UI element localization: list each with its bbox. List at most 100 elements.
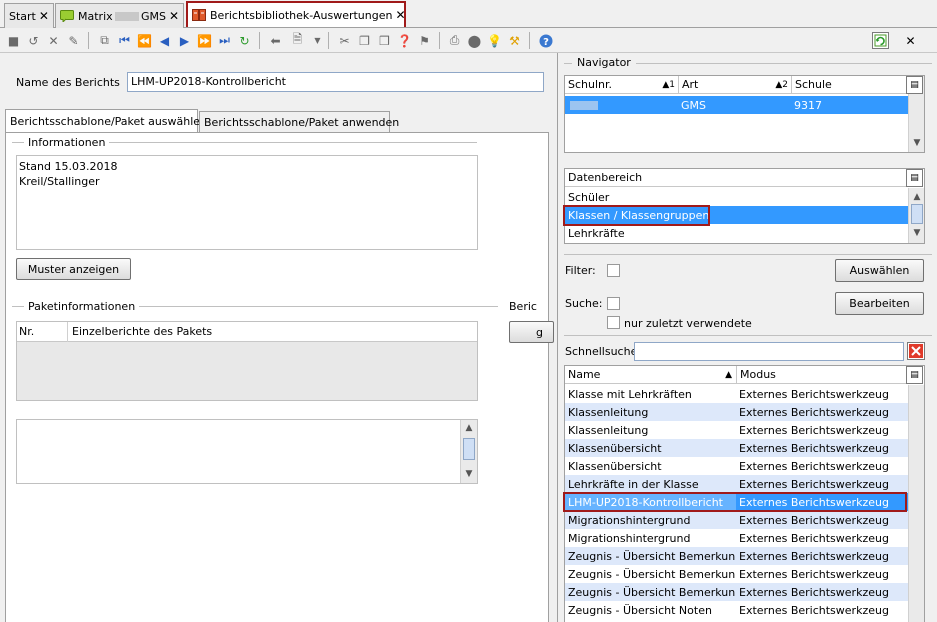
page-back-icon[interactable]: ⏪ <box>137 33 152 48</box>
notes-scrollbar[interactable]: ▲ ▼ <box>460 420 477 483</box>
print-icon[interactable]: ⎙ <box>447 33 462 48</box>
previous-record-icon[interactable]: ◀ <box>157 33 172 48</box>
tab-start[interactable]: Start ✕ <box>4 3 54 28</box>
info-line-authors: Kreil/Stallinger <box>19 175 100 188</box>
table-row[interactable]: Klassenübersicht Externes Berichtswerkzeu… <box>565 457 908 475</box>
preview-icon[interactable]: ⬤ <box>467 33 482 48</box>
table-row[interactable]: Zeugnis - Übersicht Bemerkun... Externes … <box>565 565 908 583</box>
scroll-down-icon[interactable]: ▼ <box>910 226 924 240</box>
table-row[interactable]: Zeugnis - Übersicht Bemerkun... Externes … <box>565 583 908 601</box>
package-grid[interactable]: Nr. Einzelberichte des Pakets <box>16 321 478 401</box>
dropdown-arrow-icon[interactable]: ▼ <box>310 33 325 48</box>
notes-textarea[interactable]: ▲ ▼ <box>16 419 478 484</box>
scroll-up-icon[interactable]: ▲ <box>910 190 924 204</box>
column-chooser-icon[interactable]: ▤ <box>906 169 923 187</box>
sort-asc-icon: ▲1 <box>662 79 675 90</box>
save-icon[interactable]: ■ <box>6 33 21 48</box>
first-record-icon[interactable]: ⏮ <box>117 33 132 48</box>
datenbereich-item-lehrkraefte[interactable]: Lehrkräfte <box>565 224 908 242</box>
cut-icon[interactable]: ✂ <box>337 33 352 48</box>
column-chooser-icon[interactable]: ▤ <box>906 76 923 94</box>
cell-report-modus: Externes Berichtswerkzeug <box>739 405 889 419</box>
reports-scrollbar[interactable] <box>908 385 924 622</box>
column-single-reports[interactable]: Einzelberichte des Pakets <box>72 325 212 338</box>
table-row[interactable]: Klasse mit Lehrkräften Externes Berichtsw… <box>565 385 908 403</box>
table-row[interactable]: Lehrkräfte in der Klasse Externes Bericht… <box>565 475 908 493</box>
next-record-icon[interactable]: ▶ <box>177 33 192 48</box>
search-label: Suche: <box>565 297 603 310</box>
report-name-field[interactable]: LHM-UP2018-Kontrollbericht <box>127 72 544 92</box>
column-nr[interactable]: Nr. <box>19 325 34 338</box>
scroll-down-icon[interactable]: ▼ <box>462 467 476 481</box>
undo-icon[interactable]: ↺ <box>26 33 41 48</box>
last-record-icon[interactable]: ⏭ <box>217 33 232 48</box>
table-row[interactable]: Klassenleitung Externes Berichtswerkzeug <box>565 403 908 421</box>
info-group-title: Informationen <box>24 136 110 149</box>
help-icon[interactable]: ? <box>538 33 553 48</box>
school-grid[interactable]: Schulnr. ▲1 Art ▲2 Schule GMS 9317 ▼ <box>564 75 925 153</box>
column-schulnr[interactable]: Schulnr. ▲1 <box>565 76 678 94</box>
cell-report-name: Klassenübersicht <box>568 441 662 455</box>
cell-report-modus: Externes Berichtswerkzeug <box>739 441 889 455</box>
cell-schulnr <box>565 96 678 114</box>
redacted-text <box>114 11 139 21</box>
paste-special-icon[interactable]: ❓ <box>397 33 412 48</box>
arrow-left-icon[interactable]: ⬅ <box>268 33 283 48</box>
column-name[interactable]: Name ▲ <box>565 366 736 384</box>
new-document-icon[interactable]: 🗎 <box>290 32 305 48</box>
filter-checkbox[interactable] <box>607 264 620 277</box>
scroll-thumb[interactable] <box>911 204 923 224</box>
refresh-green-icon[interactable] <box>872 32 889 49</box>
tab-template-apply[interactable]: Berichtsschablone/Paket anwenden <box>199 111 399 133</box>
select-button[interactable]: Auswählen <box>835 259 924 282</box>
quick-search-label: Schnellsuche <box>565 345 638 358</box>
column-schule[interactable]: Schule <box>791 76 908 94</box>
cell-art: GMS <box>681 98 706 112</box>
scroll-up-icon[interactable]: ▲ <box>462 421 476 435</box>
table-row[interactable]: Migrationshintergrund Externes Berichtswe… <box>565 511 908 529</box>
column-art[interactable]: Art ▲2 <box>678 76 791 94</box>
table-row[interactable]: GMS 9317 <box>565 96 908 114</box>
copy-record-icon[interactable]: ⧉ <box>97 33 112 48</box>
copy-icon[interactable]: ❐ <box>357 33 372 48</box>
cell-report-name: Klassenübersicht <box>568 459 662 473</box>
table-row[interactable]: Zeugnis - Übersicht Noten Externes Berich… <box>565 601 908 619</box>
show-sample-button[interactable]: Muster anzeigen <box>16 258 131 280</box>
cell-report-name: Zeugnis - Übersicht Bemerkun... <box>568 549 736 563</box>
tab-template-select[interactable]: Berichtsschablone/Paket auswählen <box>5 109 207 132</box>
tab-berichtsbibliothek-close-icon[interactable]: ✕ <box>395 8 405 22</box>
lightbulb-icon[interactable]: 💡 <box>487 33 502 48</box>
column-chooser-icon[interactable]: ▤ <box>906 366 923 384</box>
table-row[interactable]: Klassenleitung Externes Berichtswerkzeug <box>565 421 908 439</box>
table-row[interactable]: Zeugnis - Übersicht Bemerkun... Externes … <box>565 547 908 565</box>
scroll-down-icon[interactable]: ▼ <box>910 136 924 150</box>
clear-search-icon[interactable] <box>907 342 925 360</box>
sort-asc-icon: ▲ <box>725 369 732 380</box>
search-checkbox[interactable] <box>607 297 620 310</box>
tab-berichtsbibliothek[interactable]: Berichtsbibliothek-Auswertungen ✕ <box>186 1 406 27</box>
tab-matrix-close-icon[interactable]: ✕ <box>169 9 179 23</box>
scroll-thumb[interactable] <box>463 438 475 460</box>
refresh-icon[interactable]: ↻ <box>237 33 252 48</box>
quick-search-input[interactable] <box>634 342 904 361</box>
table-row[interactable]: Klassenübersicht Externes Berichtswerkzeu… <box>565 439 908 457</box>
datenbereich-scrollbar[interactable]: ▲ ▼ <box>908 188 924 243</box>
broom-icon[interactable]: ⚒ <box>507 33 522 48</box>
table-row[interactable]: Migrationshintergrund Externes Berichtswe… <box>565 529 908 547</box>
tab-start-close-icon[interactable]: ✕ <box>39 9 49 23</box>
edit-icon[interactable]: ✎ <box>66 33 81 48</box>
tab-matrix[interactable]: Matrix GMS ✕ <box>55 3 184 28</box>
page-forward-icon[interactable]: ⏩ <box>197 33 212 48</box>
report-group-title-partial: Beric <box>506 300 540 313</box>
edit-button[interactable]: Bearbeiten <box>835 292 924 315</box>
apply-button-partial[interactable]: g <box>509 321 554 343</box>
close-window-button[interactable]: ✕ <box>903 33 918 48</box>
datenbereich-item-schueler[interactable]: Schüler <box>565 188 908 206</box>
format-painter-icon[interactable]: ⚑ <box>417 33 432 48</box>
recent-only-checkbox[interactable] <box>607 316 620 329</box>
info-textbox[interactable]: Stand 15.03.2018 Kreil/Stallinger <box>16 155 478 250</box>
column-modus[interactable]: Modus <box>736 366 908 384</box>
group-divider <box>564 335 932 336</box>
delete-icon[interactable]: ✕ <box>46 33 61 48</box>
paste-icon[interactable]: ❒ <box>377 33 392 48</box>
